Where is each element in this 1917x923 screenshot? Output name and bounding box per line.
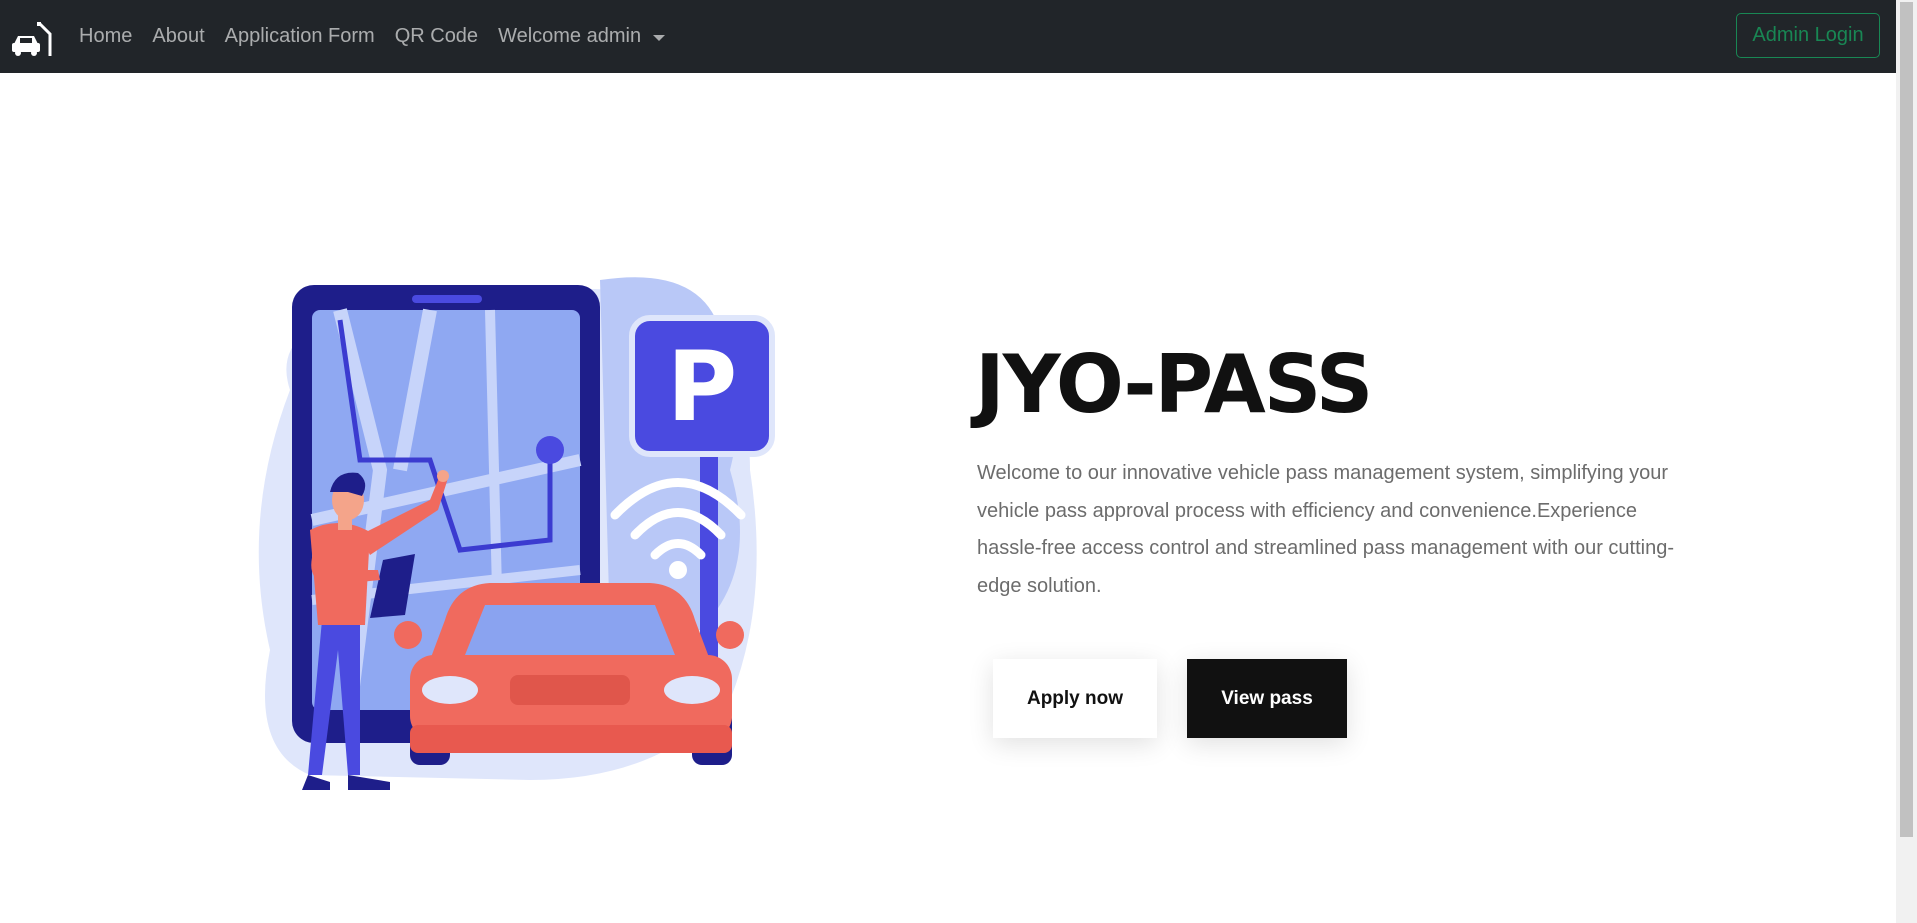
nav-application-form[interactable]: Application Form xyxy=(225,25,375,48)
hero-title: JYO-PASS xyxy=(975,338,1373,431)
nav-welcome-admin-dropdown[interactable]: Welcome admin xyxy=(498,25,666,48)
top-navbar: Home About Application Form QR Code Welc… xyxy=(0,0,1896,73)
parking-sign-letter: P xyxy=(667,331,737,443)
caret-down-icon xyxy=(653,34,666,41)
parking-app-illustration: P xyxy=(258,277,775,790)
nav-home[interactable]: Home xyxy=(79,25,132,48)
nav-qr-code[interactable]: QR Code xyxy=(395,25,478,48)
vertical-scrollbar[interactable] xyxy=(1896,0,1917,923)
apply-now-button[interactable]: Apply now xyxy=(993,659,1157,738)
hero-description: Welcome to our innovative vehicle pass m… xyxy=(977,462,1675,597)
scrollbar-thumb[interactable] xyxy=(1900,2,1913,837)
route-pin xyxy=(536,436,564,464)
nav-links: Home About Application Form QR Code Welc… xyxy=(79,0,685,73)
view-pass-button[interactable]: View pass xyxy=(1187,659,1347,738)
phone-speaker xyxy=(412,295,482,303)
car-barrier-icon[interactable] xyxy=(10,20,54,58)
nav-about[interactable]: About xyxy=(152,25,204,48)
admin-login-button[interactable]: Admin Login xyxy=(1736,13,1880,58)
welcome-admin-label: Welcome admin xyxy=(498,25,642,47)
